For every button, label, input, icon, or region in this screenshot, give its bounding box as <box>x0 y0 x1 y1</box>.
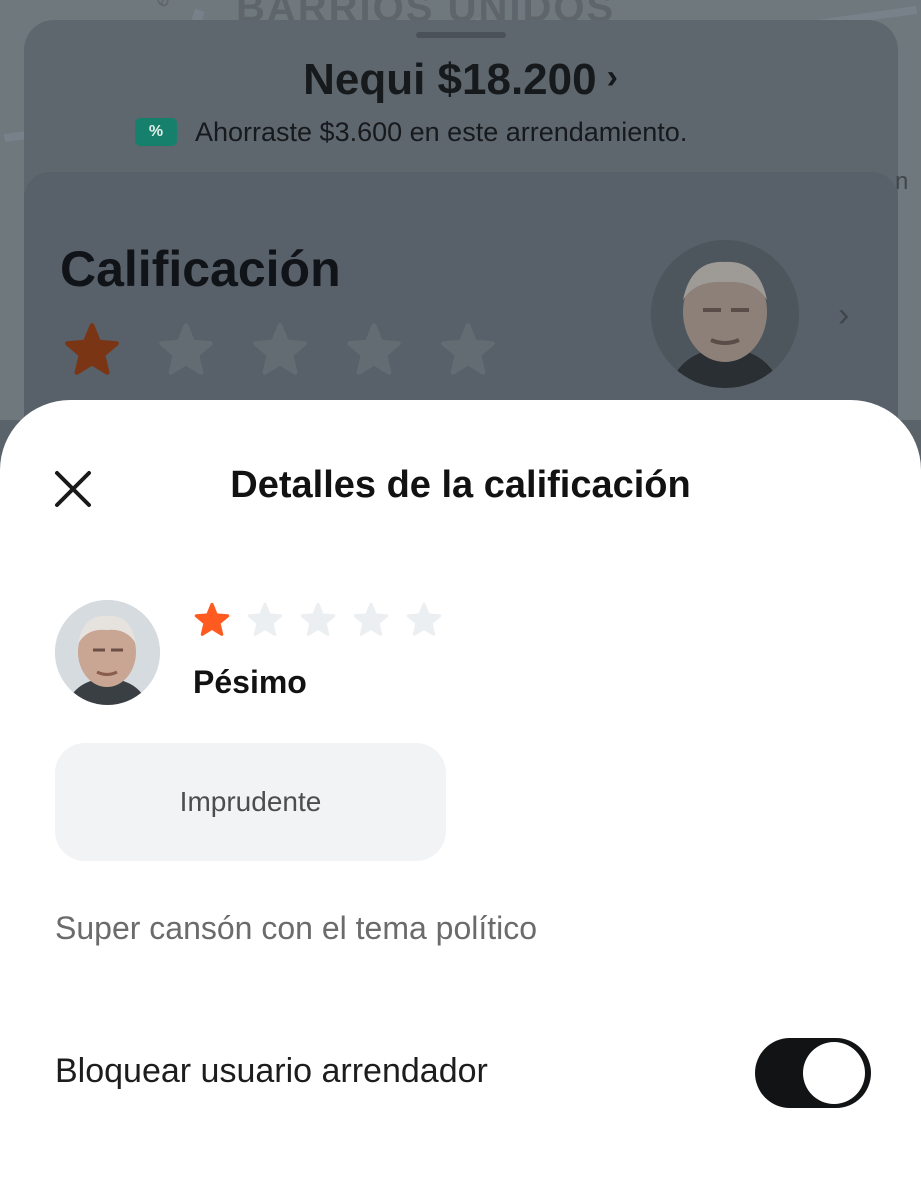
savings-row: % Ahorraste $3.600 en este arrendamiento… <box>135 112 687 152</box>
rating-comment: Super cansón con el tema político <box>55 910 538 946</box>
star-empty-icon <box>159 323 213 375</box>
avatar <box>651 240 799 388</box>
toggle-knob <box>803 1042 865 1104</box>
rating-card-title: Calificación <box>60 241 341 297</box>
payment-text: Nequi $18.200 <box>303 55 597 104</box>
star-filled-icon <box>194 602 230 636</box>
star-empty-icon <box>441 323 495 375</box>
star-empty-icon <box>347 323 401 375</box>
star-empty-icon <box>353 602 389 636</box>
payment-summary[interactable]: Nequi $18.200 › <box>0 55 921 105</box>
star-empty-icon <box>406 602 442 636</box>
block-user-toggle[interactable] <box>755 1038 871 1108</box>
rating-label: Pésimo <box>193 664 307 700</box>
rating-stars <box>194 602 442 638</box>
sheet-title: Detalles de la calificación <box>230 464 691 506</box>
savings-text: Ahorraste $3.600 en este arrendamiento. <box>195 116 688 147</box>
chevron-right-icon: › <box>606 58 618 96</box>
star-empty-icon <box>247 602 283 636</box>
block-user-label: Bloquear usuario arrendador <box>55 1052 488 1090</box>
star-empty-icon <box>253 323 307 375</box>
rating-card-stars <box>64 322 496 378</box>
star-filled-icon <box>65 323 119 375</box>
discount-ticket-icon: % <box>135 118 177 146</box>
drag-handle[interactable] <box>416 32 506 38</box>
map-street-label: era <box>150 0 184 12</box>
avatar <box>55 600 160 705</box>
chevron-right-icon: › <box>838 296 850 334</box>
tag-chip[interactable]: Imprudente <box>55 743 446 861</box>
star-empty-icon <box>300 602 336 636</box>
